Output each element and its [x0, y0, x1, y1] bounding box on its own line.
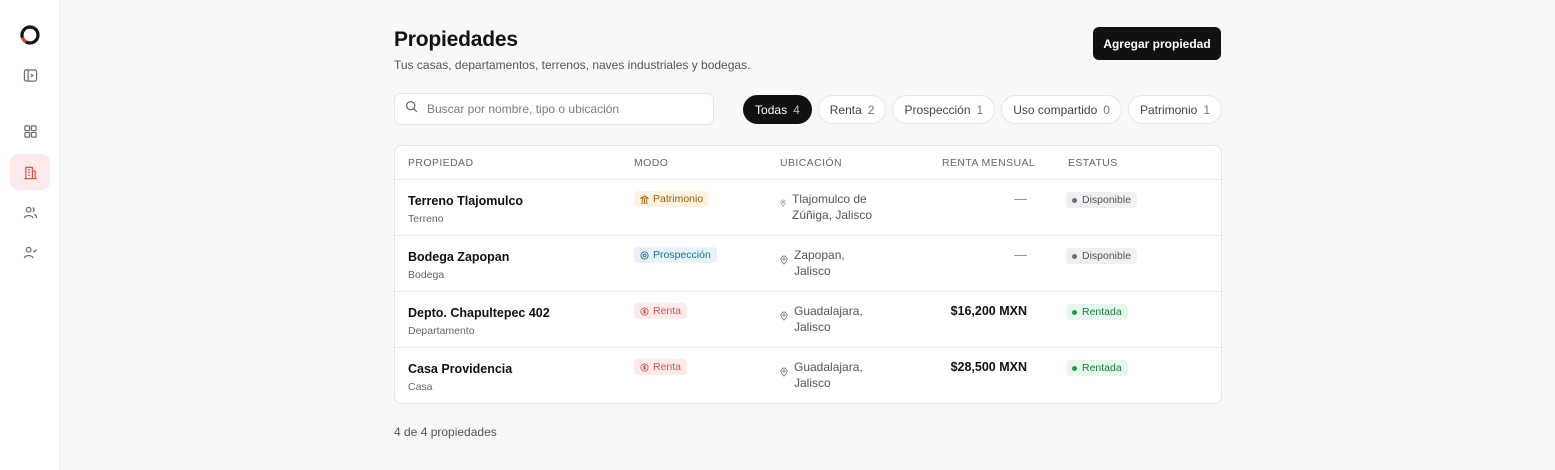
status-dot [1072, 253, 1077, 259]
search-icon [405, 100, 418, 118]
table-row[interactable]: Bodega Zapopan Bodega Prospección Zapopa… [395, 236, 1221, 292]
filter-todas[interactable]: Todas 4 [743, 95, 812, 124]
property-name[interactable]: Depto. Chapultepec 402 [408, 306, 550, 320]
filter-tabs: Todas 4 Renta 2 Prospección 1 Uso compartid… [743, 95, 1222, 124]
status-dot [1072, 365, 1077, 371]
property-name[interactable]: Terreno Tlajomulco [408, 194, 523, 208]
bank-icon [640, 194, 649, 204]
monthly-rent: — [1014, 248, 1028, 262]
column-header-estatus[interactable]: ESTATUS [1068, 157, 1118, 169]
sidebar [0, 0, 60, 470]
status-badge: Rentada [1066, 304, 1128, 320]
map-pin-icon [780, 199, 786, 207]
target-icon [640, 250, 649, 260]
monthly-rent: $16,200 MXN [950, 304, 1027, 318]
property-location: Guadalajara, Jalisco [780, 303, 884, 335]
status-dot [1072, 197, 1077, 203]
results-count: 4 de 4 propiedades [394, 425, 497, 439]
filter-renta[interactable]: Renta 2 [817, 95, 887, 124]
filter-count: 0 [1103, 102, 1110, 117]
monthly-rent: — [1014, 192, 1028, 206]
property-name[interactable]: Casa Providencia [408, 362, 512, 376]
filter-uso-compartido[interactable]: Uso compartido 0 [1001, 95, 1122, 124]
column-header-renta-mensual[interactable]: RENTA MENSUAL [942, 157, 1035, 169]
property-type: Casa [408, 381, 433, 393]
monthly-rent: $28,500 MXN [950, 360, 1027, 374]
dashboard-icon[interactable] [10, 113, 50, 149]
logo-icon[interactable] [19, 24, 41, 46]
property-location: Zapopan, Jalisco [780, 247, 884, 279]
map-pin-icon [780, 255, 788, 265]
table-header: PROPIEDAD MODO UBICACIÓN RENTA MENSUAL E… [395, 146, 1221, 180]
page-subtitle: Tus casas, departamentos, terrenos, nave… [394, 58, 751, 72]
table-row[interactable]: Terreno Tlajomulco Terreno Patrimonio Tl… [395, 180, 1221, 236]
user-check-icon[interactable] [10, 234, 50, 270]
dollar-circle-icon [640, 362, 649, 372]
properties-table: PROPIEDAD MODO UBICACIÓN RENTA MENSUAL E… [394, 145, 1222, 404]
property-type: Departamento [408, 325, 475, 337]
filter-count: 1 [1203, 102, 1210, 117]
panel-toggle-icon[interactable] [10, 57, 50, 93]
property-name[interactable]: Bodega Zapopan [408, 250, 509, 264]
status-badge: Rentada [1066, 360, 1128, 376]
users-icon[interactable] [10, 194, 50, 230]
table-row[interactable]: Casa Providencia Casa Renta Guadalajara,… [395, 348, 1221, 403]
dollar-circle-icon [640, 306, 649, 316]
search-box[interactable] [394, 93, 714, 125]
mode-badge: Renta [634, 303, 688, 319]
filter-prospeccion[interactable]: Prospección 1 [892, 95, 996, 124]
column-header-modo[interactable]: MODO [634, 157, 668, 169]
property-type: Bodega [408, 269, 445, 281]
mode-badge: Renta [634, 359, 688, 375]
building-icon[interactable] [10, 154, 50, 190]
status-badge: Disponible [1066, 248, 1138, 264]
filter-count: 2 [867, 102, 875, 117]
map-pin-icon [780, 311, 788, 321]
property-location: Guadalajara, Jalisco [780, 359, 884, 391]
filter-count: 4 [793, 102, 800, 117]
status-dot [1072, 309, 1077, 315]
property-location: Tlajomulco de Zúñiga, Jalisco [780, 191, 882, 223]
filter-count: 1 [976, 102, 984, 117]
mode-badge: Patrimonio [634, 191, 710, 207]
status-badge: Disponible [1066, 192, 1138, 208]
map-pin-icon [780, 367, 788, 377]
mode-badge: Prospección [634, 247, 717, 263]
filter-patrimonio[interactable]: Patrimonio 1 [1127, 95, 1222, 124]
page-title: Propiedades [394, 28, 518, 51]
add-property-button[interactable]: Agregar propiedad [1093, 27, 1221, 60]
column-header-ubicacion[interactable]: UBICACIÓN [780, 157, 842, 169]
property-type: Terreno [408, 213, 444, 225]
column-header-propiedad[interactable]: PROPIEDAD [408, 157, 473, 169]
table-row[interactable]: Depto. Chapultepec 402 Departamento Rent… [395, 292, 1221, 348]
search-input[interactable] [427, 102, 697, 116]
